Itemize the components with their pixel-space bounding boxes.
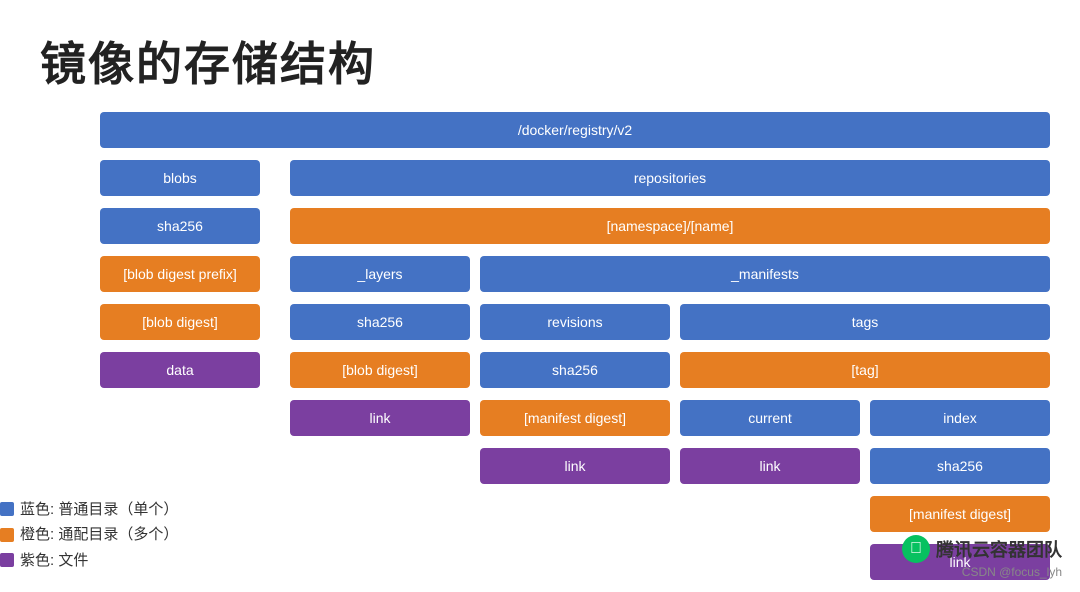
slide: 镜像的存储结构 /docker/registry/v2blobsreposito…	[0, 0, 1080, 591]
sha256-index: sha256	[870, 448, 1050, 484]
legend-item-purple: 紫色: 文件	[0, 548, 178, 574]
link-rev: link	[480, 448, 670, 484]
diagram: /docker/registry/v2blobsrepositoriessha2…	[40, 112, 1040, 592]
current: current	[680, 400, 860, 436]
layers: _layers	[290, 256, 470, 292]
repositories: repositories	[290, 160, 1050, 196]
watermark-sub: CSDN @focus_lyh	[902, 565, 1062, 579]
blob-digest: [blob digest]	[100, 304, 260, 340]
watermark-logo:  腾讯云容器团队	[902, 535, 1062, 563]
manifests: _manifests	[480, 256, 1050, 292]
docker-registry: /docker/registry/v2	[100, 112, 1050, 148]
manifest-digest: [manifest digest]	[480, 400, 670, 436]
revisions: revisions	[480, 304, 670, 340]
legend-item-blue: 蓝色: 普通目录（单个）	[0, 497, 178, 523]
data: data	[100, 352, 260, 388]
wechat-icon: 	[902, 535, 930, 563]
legend-item-orange: 橙色: 通配目录（多个）	[0, 522, 178, 548]
link-current: link	[680, 448, 860, 484]
sha256-layers: sha256	[290, 304, 470, 340]
sha256-blobs: sha256	[100, 208, 260, 244]
tag-name: [tag]	[680, 352, 1050, 388]
index: index	[870, 400, 1050, 436]
watermark-main: 腾讯云容器团队	[936, 536, 1062, 562]
blobs: blobs	[100, 160, 260, 196]
link-layers: link	[290, 400, 470, 436]
manifest-digest-index: [manifest digest]	[870, 496, 1050, 532]
blob-digest-prefix: [blob digest prefix]	[100, 256, 260, 292]
tags: tags	[680, 304, 1050, 340]
namespace-name: [namespace]/[name]	[290, 208, 1050, 244]
legend: 蓝色: 普通目录（单个）橙色: 通配目录（多个）紫色: 文件	[0, 497, 178, 574]
blob-digest-layers: [blob digest]	[290, 352, 470, 388]
page-title: 镜像的存储结构	[40, 28, 1040, 94]
sha256-rev: sha256	[480, 352, 670, 388]
watermark:  腾讯云容器团队 CSDN @focus_lyh	[902, 535, 1062, 579]
